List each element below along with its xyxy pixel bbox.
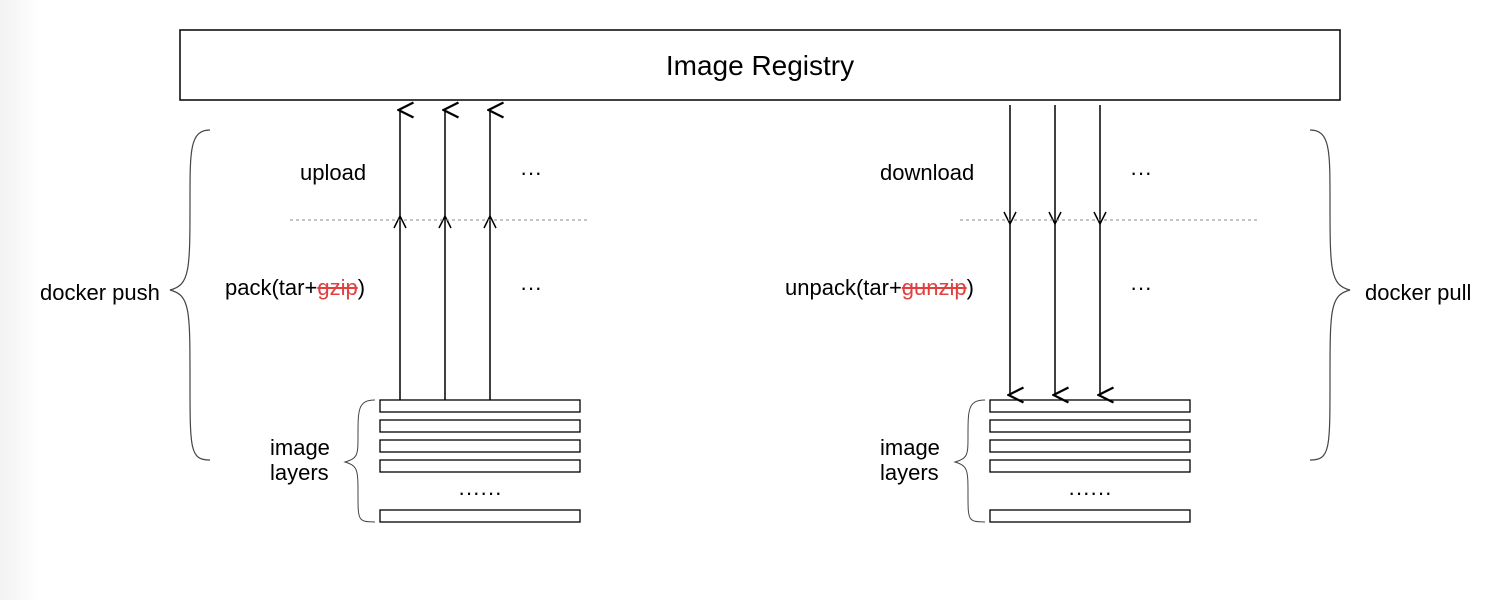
left-arrows [394, 110, 496, 400]
left-upload-dots: ··· [520, 160, 542, 185]
right-download-label: download [880, 160, 974, 185]
docker-push-label: docker push [40, 280, 160, 305]
right-unpack-strike: gunzip [902, 275, 967, 300]
left-layers-label1: image [270, 435, 330, 460]
right-layers-label2: layers [880, 460, 939, 485]
left-layers-ellipsis: ······ [458, 480, 502, 505]
right-layers-ellipsis: ······ [1068, 480, 1112, 505]
right-download-dots: ··· [1130, 160, 1152, 185]
left-brace [170, 130, 210, 460]
registry-title: Image Registry [666, 50, 854, 81]
left-layers-brace [345, 400, 375, 522]
right-unpack-dots: ··· [1130, 275, 1152, 300]
left-pack-strike: gzip [317, 275, 357, 300]
left-pack-label: pack(tar+gzip) [225, 275, 395, 305]
right-unpack-label: unpack(tar+gunzip) [785, 275, 1005, 305]
right-brace [1310, 130, 1350, 460]
right-layers-brace [955, 400, 985, 522]
docker-pull-label: docker pull [1365, 280, 1471, 305]
right-unpack-prefix: unpack(tar+ [785, 275, 902, 300]
left-gradient [0, 0, 40, 600]
left-pack-dots: ··· [520, 275, 542, 300]
right-arrows [1004, 105, 1106, 395]
left-layers-label2: layers [270, 460, 329, 485]
left-pack-suffix: ) [358, 275, 365, 300]
left-upload-label: upload [300, 160, 366, 185]
right-layers-label1: image [880, 435, 940, 460]
left-pack-prefix: pack(tar+ [225, 275, 317, 300]
right-unpack-suffix: ) [967, 275, 974, 300]
